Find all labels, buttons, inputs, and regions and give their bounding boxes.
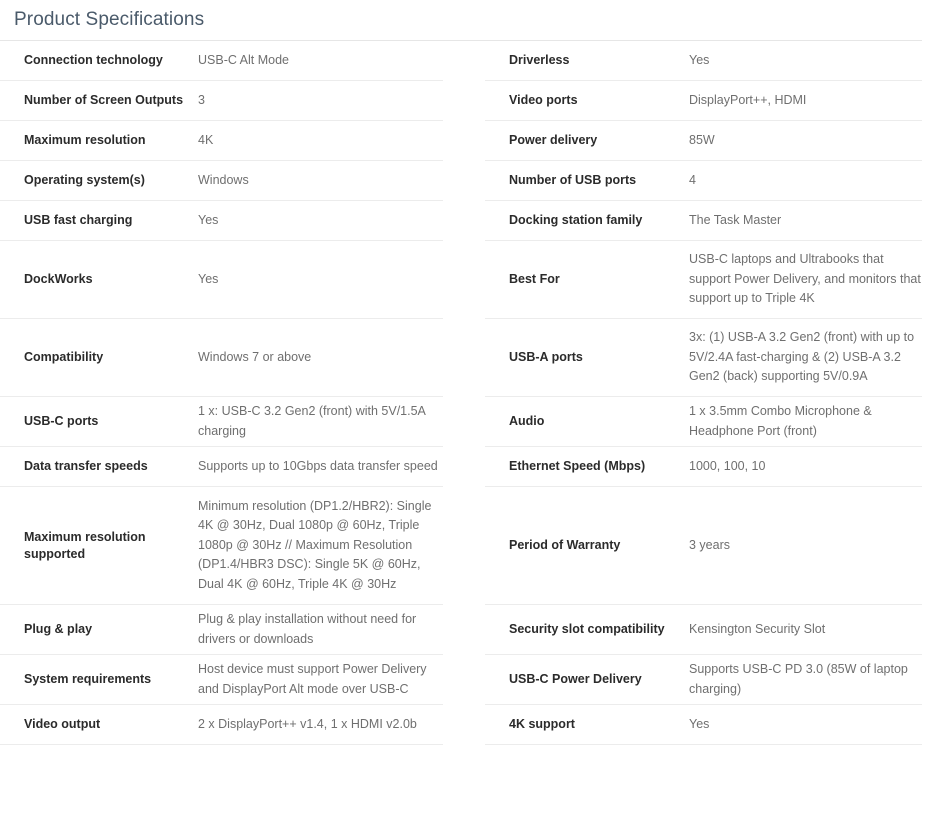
spec-row: Maximum resolution 4K: [0, 121, 443, 161]
spec-value: 3x: (1) USB-A 3.2 Gen2 (front) with up t…: [689, 330, 915, 384]
spec-label: Data transfer speeds: [24, 459, 148, 473]
spec-row: Maximum resolution supported Minimum reso…: [0, 487, 443, 605]
spec-row: Video ports DisplayPort++, HDMI: [485, 81, 922, 121]
spec-row: USB fast charging Yes: [0, 201, 443, 241]
spec-value: Windows: [198, 172, 249, 187]
spec-label: Maximum resolution supported: [24, 529, 146, 561]
spec-row: Number of USB ports 4: [485, 161, 922, 201]
spec-label: Ethernet Speed (Mbps): [509, 459, 646, 473]
spec-value: USB-C laptops and Ultrabooks that suppor…: [689, 252, 921, 306]
spec-value: 1 x 3.5mm Combo Microphone & Headphone P…: [689, 404, 872, 438]
spec-value: Supports USB-C PD 3.0 (85W of laptop cha…: [689, 662, 908, 696]
spec-label: USB fast charging: [24, 213, 133, 227]
section-header: Product Specifications: [0, 0, 925, 32]
spec-label: Number of USB ports: [509, 173, 637, 187]
spec-label: System requirements: [24, 672, 152, 686]
spec-row: USB-C Power Delivery Supports USB-C PD 3.…: [485, 655, 922, 705]
spec-value: Yes: [198, 271, 219, 286]
spec-label: Connection technology: [24, 53, 163, 67]
spec-value: 1 x: USB-C 3.2 Gen2 (front) with 5V/1.5A…: [198, 404, 426, 438]
spec-value: Minimum resolution (DP1.2/HBR2): Single …: [198, 498, 432, 591]
spec-row: USB-C ports 1 x: USB-C 3.2 Gen2 (front) w…: [0, 397, 443, 447]
spec-row: Best For USB-C laptops and Ultrabooks tha…: [485, 241, 922, 319]
spec-column-left: Connection technology USB-C Alt Mode Numbe…: [0, 41, 462, 745]
spec-value: Plug & play installation without need fo…: [198, 612, 417, 646]
spec-label: USB-A ports: [509, 350, 583, 364]
spec-value: USB-C Alt Mode: [198, 52, 290, 67]
spec-row: Audio 1 x 3.5mm Combo Microphone & Headph…: [485, 397, 922, 447]
spec-row: Data transfer speeds Supports up to 10Gbp…: [0, 447, 443, 487]
spec-label: Driverless: [509, 53, 570, 67]
spec-row: Ethernet Speed (Mbps) 1000, 100, 10: [485, 447, 922, 487]
spec-row: Operating system(s) Windows: [0, 161, 443, 201]
spec-label: Power delivery: [509, 133, 598, 147]
product-specifications-page: Product Specifications Connection techno…: [0, 0, 925, 830]
spec-value: 85W: [689, 132, 715, 147]
spec-value: Yes: [689, 716, 710, 731]
page-title: Product Specifications: [14, 9, 205, 30]
spec-value: Host device must support Power Delivery …: [198, 662, 427, 696]
spec-value: The Task Master: [689, 212, 782, 227]
spec-row: Plug & play Plug & play installation with…: [0, 605, 443, 655]
spec-value: 3 years: [689, 537, 730, 552]
spec-value: 4: [689, 172, 696, 187]
spec-row: Security slot compatibility Kensington Se…: [485, 605, 922, 655]
spec-label: Video ports: [509, 93, 578, 107]
spec-value: Yes: [689, 52, 710, 67]
spec-label: Best For: [509, 272, 560, 286]
spec-value: Yes: [198, 212, 219, 227]
spec-row: USB-A ports 3x: (1) USB-A 3.2 Gen2 (front…: [485, 319, 922, 397]
spec-label: Security slot compatibility: [509, 622, 665, 636]
spec-value: Windows 7 or above: [198, 349, 312, 364]
spec-label: Operating system(s): [24, 173, 145, 187]
spec-label: Maximum resolution: [24, 133, 146, 147]
spec-row: Driverless Yes: [485, 41, 922, 81]
spec-column-right: Driverless Yes Video ports DisplayPort++, H…: [462, 41, 925, 745]
spec-row: Period of Warranty 3 years: [485, 487, 922, 605]
spec-value: 3: [198, 92, 205, 107]
spec-columns: Connection technology USB-C Alt Mode Numbe…: [0, 41, 925, 745]
spec-row: Power delivery 85W: [485, 121, 922, 161]
spec-label: Compatibility: [24, 350, 104, 364]
spec-row: Video output 2 x DisplayPort++ v1.4, 1 x …: [0, 705, 443, 745]
spec-value: Kensington Security Slot: [689, 621, 826, 636]
spec-label: USB-C ports: [24, 414, 99, 428]
spec-row: DockWorks Yes: [0, 241, 443, 319]
spec-row: Docking station family The Task Master: [485, 201, 922, 241]
spec-label: Video output: [24, 717, 101, 731]
spec-label: Number of Screen Outputs: [24, 93, 184, 107]
spec-value: 2 x DisplayPort++ v1.4, 1 x HDMI v2.0b: [198, 716, 417, 731]
spec-label: Plug & play: [24, 622, 93, 636]
spec-label: DockWorks: [24, 272, 93, 286]
spec-label: Docking station family: [509, 213, 643, 227]
spec-row: 4K support Yes: [485, 705, 922, 745]
spec-row: Number of Screen Outputs 3: [0, 81, 443, 121]
spec-row: System requirements Host device must supp…: [0, 655, 443, 705]
spec-value: 4K: [198, 132, 214, 147]
spec-value: DisplayPort++, HDMI: [689, 92, 807, 107]
spec-label: Period of Warranty: [509, 538, 621, 552]
spec-value: 1000, 100, 10: [689, 458, 766, 473]
spec-value: Supports up to 10Gbps data transfer spee…: [198, 458, 438, 473]
spec-label: USB-C Power Delivery: [509, 672, 642, 686]
spec-row: Compatibility Windows 7 or above: [0, 319, 443, 397]
spec-row: Connection technology USB-C Alt Mode: [0, 41, 443, 81]
spec-label: Audio: [509, 414, 545, 428]
spec-label: 4K support: [509, 717, 575, 731]
